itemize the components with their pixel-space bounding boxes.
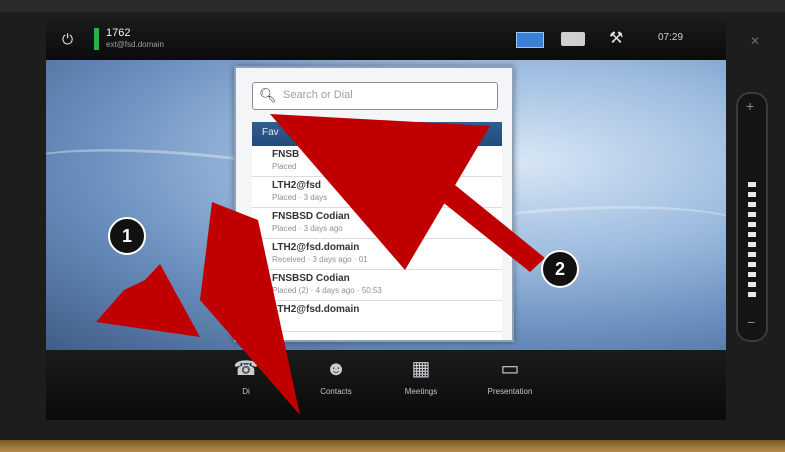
arrow-1-down: [200, 202, 300, 415]
callout-badge-2: 2: [541, 250, 579, 288]
arrow-1-left: [96, 264, 200, 337]
callout-badge-1: 1: [108, 217, 146, 255]
arrow-2-shaft: [440, 185, 545, 272]
